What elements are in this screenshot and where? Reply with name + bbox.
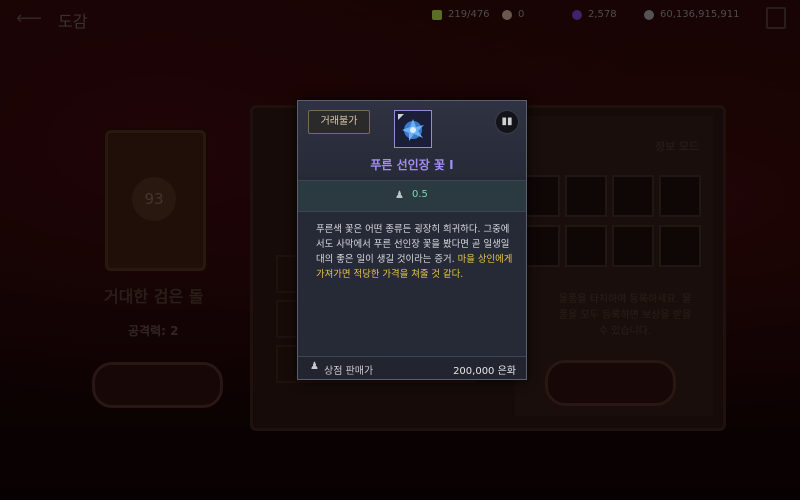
price-weight-icon: ♟ <box>310 361 319 372</box>
weight-icon: ♟ <box>395 190 404 201</box>
blue-cactus-flower-icon <box>394 110 432 148</box>
price-value: 200,000 은화 <box>453 366 516 377</box>
item-name: 푸른 선인장 꽃 I <box>370 158 454 172</box>
price-label: 상점 판매가 <box>324 366 374 377</box>
item-weight: ♟ 0.5 <box>298 180 526 212</box>
item-description: 푸른색 꽃은 어떤 종류든 굉장히 희귀하다. 그중에서도 사막에서 푸른 선인… <box>316 222 516 282</box>
shop-price-row: ♟ 상점 판매가 200,000 은화 <box>298 356 526 379</box>
book-icon[interactable]: ▮▮ <box>495 110 519 134</box>
trade-status-badge: 거래불가 <box>308 110 370 134</box>
item-tooltip: 거래불가 ▮▮ 푸른 선인장 꽃 I ♟ 0.5 푸른색 꽃은 어떤 종류든 굉… <box>297 100 527 380</box>
weight-value: 0.5 <box>412 189 428 200</box>
